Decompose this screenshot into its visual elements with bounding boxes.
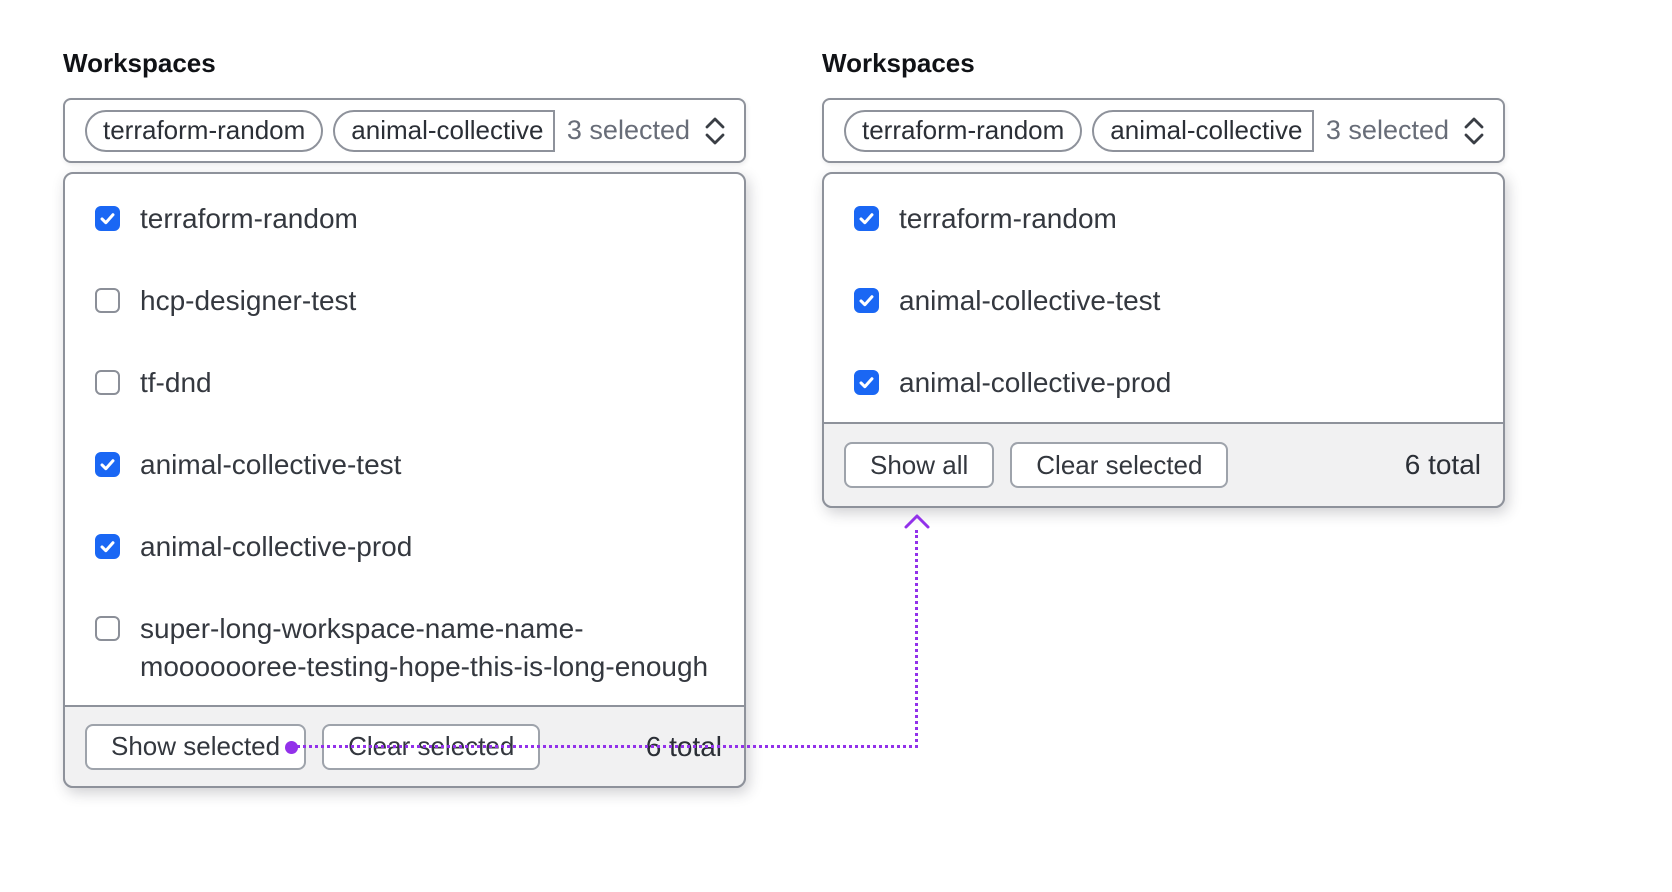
annotation-arrowhead-icon (904, 514, 930, 529)
workspace-option[interactable]: super-long-workspace-name-name-moooooore… (65, 586, 744, 706)
chevron-sort-icon (1464, 117, 1484, 144)
checkmark-icon (859, 295, 874, 307)
workspace-option-label: terraform-random (140, 203, 358, 234)
workspace-option-label: animal-collective-test (140, 449, 402, 480)
selected-tag: terraform-random (85, 109, 324, 152)
workspace-option[interactable]: animal-collective-prod (824, 340, 1503, 422)
workspace-checkbox[interactable] (95, 452, 120, 477)
checkmark-icon (859, 213, 874, 225)
workspace-option-label: animal-collective-test (899, 285, 1161, 316)
multiselect-dropdown-right: terraform-random animal-collective-test … (822, 172, 1505, 508)
selected-tags: terraform-random animal-collective (844, 109, 1314, 152)
workspace-option-label: terraform-random (899, 203, 1117, 234)
workspace-checkbox[interactable] (854, 370, 879, 395)
workspace-option-label: animal-collective-prod (899, 367, 1172, 398)
workspace-checkbox[interactable] (854, 288, 879, 313)
workspace-option-label: animal-collective-prod (140, 531, 413, 562)
selected-tag-clipped: animal-collective (1092, 109, 1314, 152)
workspace-option[interactable]: animal-collective-test (824, 258, 1503, 340)
annotation-dotted-line-vertical (915, 530, 918, 748)
workspace-checkbox[interactable] (95, 616, 120, 641)
annotation-dotted-line-horizontal (292, 745, 918, 748)
workspace-checkbox[interactable] (95, 534, 120, 559)
workspace-checkbox[interactable] (854, 206, 879, 231)
workspace-option[interactable]: terraform-random (65, 176, 744, 258)
workspaces-label-right: Workspaces (822, 48, 975, 78)
multiselect-trigger-left[interactable]: terraform-random animal-collective 3 sel… (63, 98, 746, 163)
selected-tag: terraform-random (844, 109, 1083, 152)
checkmark-icon (100, 213, 115, 225)
multiselect-dropdown-left: terraform-random hcp-designer-test tf-dn… (63, 172, 746, 788)
selected-tag-clipped: animal-collective (333, 109, 555, 152)
workspace-checkbox[interactable] (95, 370, 120, 395)
workspaces-label-left: Workspaces (63, 48, 216, 78)
workspace-checkbox[interactable] (95, 288, 120, 313)
checkmark-icon (100, 541, 115, 553)
clear-selected-button[interactable]: Clear selected (1010, 442, 1229, 488)
chevron-sort-icon (705, 117, 725, 144)
workspace-option[interactable]: animal-collective-prod (65, 504, 744, 586)
checkmark-icon (100, 459, 115, 471)
total-count: 6 total (1404, 449, 1481, 480)
selected-tags: terraform-random animal-collective (85, 109, 555, 152)
dropdown-footer: Show all Clear selected 6 total (822, 422, 1505, 508)
selected-count: 3 selected (566, 115, 690, 145)
multiselect-trigger-right[interactable]: terraform-random animal-collective 3 sel… (822, 98, 1505, 163)
workspace-option-list: terraform-random hcp-designer-test tf-dn… (65, 174, 744, 706)
checkmark-icon (859, 377, 874, 389)
workspace-option[interactable]: hcp-designer-test (65, 258, 744, 340)
workspace-option[interactable]: tf-dnd (65, 340, 744, 422)
workspace-option[interactable]: animal-collective-test (65, 422, 744, 504)
workspace-option-label: super-long-workspace-name-name-moooooore… (140, 613, 709, 682)
selected-count: 3 selected (1325, 115, 1449, 145)
workspace-option-label: tf-dnd (140, 367, 212, 398)
workspace-option-list: terraform-random animal-collective-test … (824, 174, 1503, 422)
workspace-option[interactable]: terraform-random (824, 176, 1503, 258)
workspace-option-label: hcp-designer-test (140, 285, 357, 316)
show-all-button[interactable]: Show all (844, 442, 995, 488)
workspace-checkbox[interactable] (95, 206, 120, 231)
show-selected-button[interactable]: Show selected (85, 723, 307, 770)
